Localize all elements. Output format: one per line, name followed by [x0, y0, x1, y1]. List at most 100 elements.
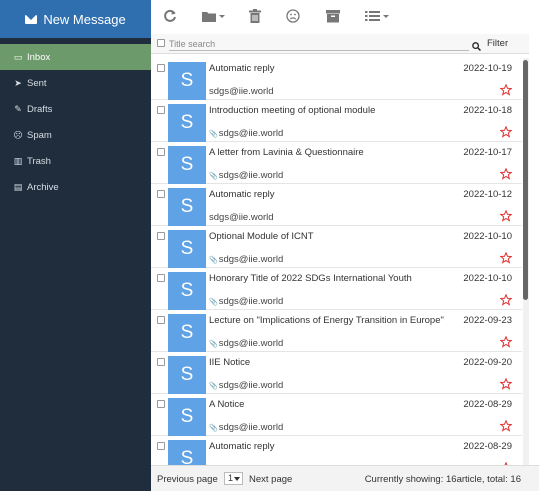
page-select[interactable]: 1: [224, 472, 243, 485]
avatar: S: [168, 104, 206, 142]
message-row[interactable]: S Introduction meeting of optional module…: [151, 100, 522, 142]
archive-icon: ▤: [13, 181, 23, 192]
message-row[interactable]: S Optional Module of ICNT 2022-10-10 📎sdgs@…: [151, 226, 522, 268]
star-icon[interactable]: [499, 251, 513, 264]
mail-app: New Message ▭ Inbox ➤ Sent ✎ Drafts ☹ Spam ▥ Tras…: [0, 0, 539, 491]
message-sender: sdgs@iie.world: [209, 212, 274, 223]
avatar: S: [168, 146, 206, 184]
paperclip-icon: 📎: [209, 131, 218, 138]
paperclip-icon: 📎: [209, 299, 218, 306]
message-date: 2022-10-10: [463, 231, 512, 242]
row-checkbox[interactable]: [157, 274, 165, 282]
message-date: 2022-09-20: [463, 357, 512, 368]
sender-address: sdgs@iie.world: [218, 170, 284, 181]
message-date: 2022-10-18: [463, 105, 512, 116]
search-icon[interactable]: [472, 38, 482, 52]
message-sender: 📎sdgs@iie.world: [209, 338, 283, 349]
sidebar-item-label: Inbox: [27, 51, 51, 63]
message-row[interactable]: SA letter from Lavinia & Questionnaire 20…: [151, 142, 522, 184]
row-checkbox[interactable]: [157, 106, 165, 114]
sidebar-item-drafts[interactable]: ✎ Drafts: [0, 96, 151, 122]
message-subject: Optional Module of ICNT: [209, 231, 314, 242]
avatar: S: [168, 188, 206, 226]
paperclip-icon: 📎: [209, 341, 218, 348]
message-sender: 📎sdgs@iie.world: [209, 128, 283, 139]
next-page-link[interactable]: Next page: [249, 474, 292, 485]
trash-icon: ▥: [13, 155, 23, 166]
avatar: S: [168, 440, 206, 465]
new-message-button[interactable]: New Message: [0, 0, 151, 38]
message-row[interactable]: S IIE Notice 2022-09-20 📎sdgs@iie.world: [151, 352, 522, 394]
row-checkbox[interactable]: [157, 442, 165, 450]
message-date: 2022-10-19: [463, 63, 512, 74]
search-bar: Filter: [151, 34, 529, 54]
message-row[interactable]: S Automatic reply 2022-10-12 sdgs@iie.world: [151, 184, 522, 226]
scrollbar-thumb[interactable]: [523, 60, 528, 300]
list-view-icon[interactable]: [365, 9, 391, 27]
trash-icon[interactable]: [249, 9, 261, 27]
sidebar-item-label: Archive: [27, 181, 59, 193]
star-icon[interactable]: [499, 209, 513, 222]
star-icon[interactable]: [499, 83, 513, 96]
row-checkbox[interactable]: [157, 232, 165, 240]
sidebar-item-inbox[interactable]: ▭ Inbox: [0, 44, 151, 70]
sidebar-item-spam[interactable]: ☹ Spam: [0, 122, 151, 148]
paperclip-icon: 📎: [209, 257, 218, 264]
filter-button[interactable]: Filter: [487, 38, 508, 49]
sidebar-item-sent[interactable]: ➤ Sent: [0, 70, 151, 96]
row-checkbox[interactable]: [157, 400, 165, 408]
spam-icon[interactable]: [286, 9, 300, 27]
avatar: S: [168, 314, 206, 352]
sender-address: sdgs@iie.world: [218, 128, 284, 139]
row-checkbox[interactable]: [157, 148, 165, 156]
message-sender: 📎sdgs@iie.world: [209, 422, 283, 433]
row-checkbox[interactable]: [157, 64, 165, 72]
row-checkbox[interactable]: [157, 316, 165, 324]
message-row[interactable]: S Honorary Title of 2022 SDGs Internation…: [151, 268, 522, 310]
pagination-footer: Previous page 1 Next page Currently show…: [151, 465, 539, 491]
frown-icon: ☹: [13, 129, 23, 140]
message-sender: 📎sdgs@iie.world: [209, 170, 283, 181]
new-message-label: New Message: [43, 11, 126, 27]
edit-icon: ✎: [14, 103, 22, 114]
message-subject: A Notice: [209, 399, 245, 410]
avatar: S: [168, 230, 206, 268]
star-icon[interactable]: [499, 419, 513, 432]
star-icon[interactable]: [499, 167, 513, 180]
message-date: 2022-10-12: [463, 189, 512, 200]
message-subject: Automatic reply: [209, 189, 275, 200]
folder-move-icon[interactable]: [201, 9, 227, 27]
star-icon[interactable]: [499, 293, 513, 306]
message-row[interactable]: S Lecture on "Implications of Energy Tran…: [151, 310, 522, 352]
title-search-input[interactable]: [169, 37, 469, 51]
message-row[interactable]: S Automatic reply 2022-10-19 sdgs@iie.world: [151, 58, 522, 100]
sidebar-item-label: Sent: [27, 77, 47, 89]
refresh-icon[interactable]: [163, 9, 177, 27]
sidebar-item-archive[interactable]: ▤ Archive: [0, 174, 151, 200]
select-all-checkbox[interactable]: [157, 39, 165, 47]
message-subject: Lecture on "Implications of Energy Trans…: [209, 315, 444, 326]
toolbar: [151, 0, 539, 34]
envelope-icon: [25, 14, 38, 24]
row-checkbox[interactable]: [157, 358, 165, 366]
sidebar-item-label: Trash: [27, 155, 51, 167]
sidebar-item-trash[interactable]: ▥ Trash: [0, 148, 151, 174]
avatar: S: [168, 398, 206, 436]
message-date: 2022-09-23: [463, 315, 512, 326]
previous-page-link[interactable]: Previous page: [157, 474, 218, 485]
sender-address: sdgs@iie.world: [218, 380, 284, 391]
avatar: S: [168, 272, 206, 310]
message-row[interactable]: SA Notice 2022-08-29 📎sdgs@iie.world: [151, 394, 522, 436]
message-subject: Introduction meeting of optional module: [209, 105, 376, 116]
archive-icon[interactable]: [326, 9, 340, 27]
message-sender: 📎sdgs@iie.world: [209, 380, 283, 391]
showing-count-text: Currently showing: 16article, total: 16: [364, 474, 521, 485]
message-subject: Automatic reply: [209, 63, 275, 74]
row-checkbox[interactable]: [157, 190, 165, 198]
star-icon[interactable]: [499, 125, 513, 138]
sender-address: sdgs@iie.world: [218, 422, 284, 433]
star-icon[interactable]: [499, 335, 513, 348]
message-list: S Automatic reply 2022-10-19 sdgs@iie.world…: [151, 58, 522, 465]
star-icon[interactable]: [499, 377, 513, 390]
message-row[interactable]: S Automatic reply 2022-08-29: [151, 436, 522, 465]
